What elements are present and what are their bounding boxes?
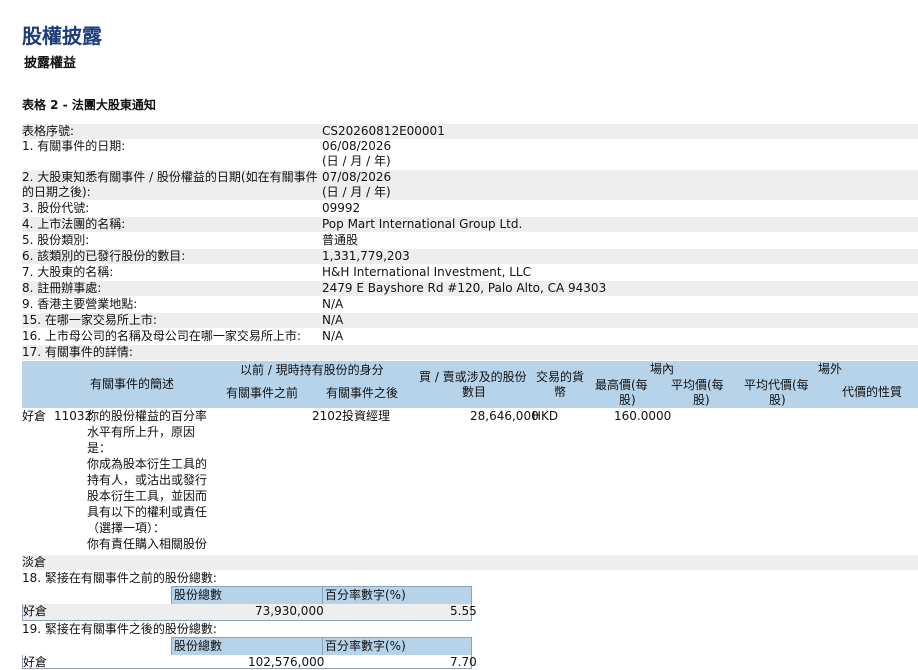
section18-col-shares: 股份總數 — [171, 586, 323, 605]
th-before: 有關事件之前 — [226, 386, 299, 400]
event-description-line: 你的股份權益的百分率 — [87, 409, 208, 423]
section19-col-shares-label: 股份總數 — [174, 639, 223, 653]
section19-row-label: 好倉 — [23, 655, 48, 669]
th-avg-consideration-2: 股) — [769, 393, 786, 407]
event-description-line: 你成為股本衍生工具的 — [87, 457, 208, 471]
event-description-line: 你有責任購入相關股份 — [87, 537, 208, 551]
section19-row: 好倉 102,576,000 7.70 — [22, 655, 477, 669]
section18-col-pct: 百分率數字(%) — [322, 586, 472, 605]
field-label: 8. 註冊辦事處: — [22, 281, 102, 295]
field-aware-date: 2. 大股東知悉有關事件 / 股份權益的日期(如在有關事件 07/08/2026 — [22, 170, 918, 185]
th-shares-involved-2: 數目 — [462, 385, 487, 399]
field-label: 2. 大股東知悉有關事件 / 股份權益的日期(如在有關事件 — [22, 170, 318, 184]
field-label: 4. 上市法團的名稱: — [22, 217, 126, 231]
section19-shares: 102,576,000 — [248, 655, 325, 669]
section18-shares: 73,930,000 — [255, 604, 324, 618]
field-holder-name: 7. 大股東的名稱: H&H International Investment,… — [22, 265, 918, 280]
event-description-line: 是： — [87, 441, 112, 455]
field-value: H&H International Investment, LLC — [322, 265, 531, 279]
field-label: 7. 大股東的名稱: — [22, 265, 114, 279]
field-value: N/A — [322, 313, 344, 327]
th-off-exchange: 場外 — [818, 362, 843, 376]
field-value: 09992 — [322, 201, 361, 215]
section19-title: 19. 緊接在有關事件之後的股份總數: — [22, 622, 217, 636]
th-currency-2: 幣 — [554, 385, 567, 399]
field-label: 5. 股份類別: — [22, 233, 90, 247]
field-label-cont: 的日期之後): — [22, 185, 91, 199]
event-table-header: 有關事件的簡述 以前 / 現時持有股份的身分 有關事件之前 有關事件之後 買 /… — [22, 361, 918, 408]
section18-row: 好倉 73,930,000 5.55 — [22, 604, 477, 621]
th-consideration-nature: 代價的性質 — [842, 385, 903, 399]
section19-pct: 7.70 — [450, 655, 477, 669]
field-registered-office: 8. 註冊辦事處: 2479 E Bayshore Rd #120, Palo … — [22, 281, 918, 296]
th-capacity: 以前 / 現時持有股份的身分 — [240, 363, 384, 377]
th-event-code: 有關事件的簡述 — [90, 377, 175, 391]
currency: HKD — [532, 409, 559, 423]
field-value: N/A — [322, 329, 344, 343]
event-description-line: 水平有所上升，原因 — [87, 425, 196, 439]
field-value: Pop Mart International Group Ltd. — [322, 217, 523, 231]
field-value: 1,331,779,203 — [322, 249, 410, 263]
section18-title: 18. 緊接在有關事件之前的股份總數: — [22, 571, 217, 585]
date-format-hint: (日 / 月 / 年) — [322, 185, 391, 199]
field-hk-place: 9. 香港主要營業地點: N/A — [22, 297, 918, 312]
th-shares-involved: 買 / 賣或涉及的股份 — [419, 370, 527, 384]
page-subtitle: 披露權益 — [24, 56, 77, 71]
field-value: 2479 E Bayshore Rd #120, Palo Alto, CA 9… — [322, 281, 607, 295]
event-description-line: 股本衍生工具，並因而 — [87, 489, 208, 503]
section18-pct: 5.55 — [450, 604, 477, 618]
section18-col-shares-label: 股份總數 — [174, 588, 223, 602]
short-position-row: 淡倉 — [22, 555, 918, 570]
field-label: 9. 香港主要營業地點: — [22, 297, 138, 311]
field-label: 3. 股份代號: — [22, 201, 90, 215]
th-highest-price: 最高價(每 — [595, 378, 648, 392]
field-aware-date-cont: 的日期之後): (日 / 月 / 年) — [22, 185, 918, 200]
capacity-code: 2102 — [312, 409, 343, 423]
field-event-date: 1. 有關事件的日期: 06/08/2026 — [22, 139, 918, 154]
field-exchange: 15. 在哪一家交易所上市: N/A — [22, 313, 918, 328]
shares-involved: 28,646,000 — [470, 409, 539, 423]
section19-col-pct: 百分率數字(%) — [322, 637, 472, 656]
th-highest-price-2: 股) — [619, 393, 636, 407]
th-on-exchange: 場內 — [650, 362, 675, 376]
field-label: 17. 有關事件的詳情: — [22, 345, 133, 359]
th-average-price-2: 股) — [693, 393, 710, 407]
event-description-line: （選擇一項）： — [87, 521, 166, 535]
field-share-class: 5. 股份類別: 普通股 — [22, 233, 918, 248]
field-value: 普通股 — [322, 233, 359, 247]
field-label: 表格序號: — [22, 124, 75, 138]
field-parent-exchange: 16. 上市母公司的名稱及母公司在哪一家交易所上市: N/A — [22, 329, 918, 344]
short-position-label: 淡倉 — [22, 555, 47, 569]
field-issued-shares: 6. 該類別的已發行股份的數目: 1,331,779,203 — [22, 249, 918, 264]
field-serial: 表格序號: CS20260812E00001 — [22, 124, 918, 139]
field-label: 16. 上市母公司的名稱及母公司在哪一家交易所上市: — [22, 329, 301, 343]
field-value: CS20260812E00001 — [322, 124, 445, 138]
field-label: 6. 該類別的已發行股份的數目: — [22, 249, 186, 263]
page-title: 股權披露 — [22, 24, 102, 48]
event-description-line: 具有以下的權利或責任 — [87, 505, 208, 519]
field-details: 17. 有關事件的詳情: — [22, 345, 918, 360]
section18-row-label: 好倉 — [23, 604, 48, 618]
th-avg-consideration: 平均代價(每 — [744, 378, 809, 392]
field-corp-name: 4. 上市法團的名稱: Pop Mart International Group… — [22, 217, 918, 232]
date-format-hint: (日 / 月 / 年) — [322, 154, 391, 168]
section18-col-pct-label: 百分率數字(%) — [325, 588, 406, 602]
event-description-line: 持有人，或沽出或發行 — [87, 473, 208, 487]
field-value: 06/08/2026 — [322, 139, 392, 153]
capacity-desc: 投資經理 — [342, 409, 391, 423]
field-value: 07/08/2026 — [322, 170, 392, 184]
field-label: 1. 有關事件的日期: — [22, 139, 126, 153]
th-after: 有關事件之後 — [326, 386, 399, 400]
field-value: N/A — [322, 297, 344, 311]
field-stock-code: 3. 股份代號: 09992 — [22, 201, 918, 216]
form-title: 表格 2 - 法團大股東通知 — [22, 98, 156, 112]
section19-col-pct-label: 百分率數字(%) — [325, 639, 406, 653]
highest-price: 160.0000 — [614, 409, 672, 423]
th-average-price: 平均價(每 — [671, 378, 724, 392]
field-label: 15. 在哪一家交易所上市: — [22, 313, 157, 327]
position-type: 好倉 — [22, 409, 47, 423]
th-currency: 交易的貨 — [536, 370, 585, 384]
section19-col-shares: 股份總數 — [171, 637, 323, 656]
